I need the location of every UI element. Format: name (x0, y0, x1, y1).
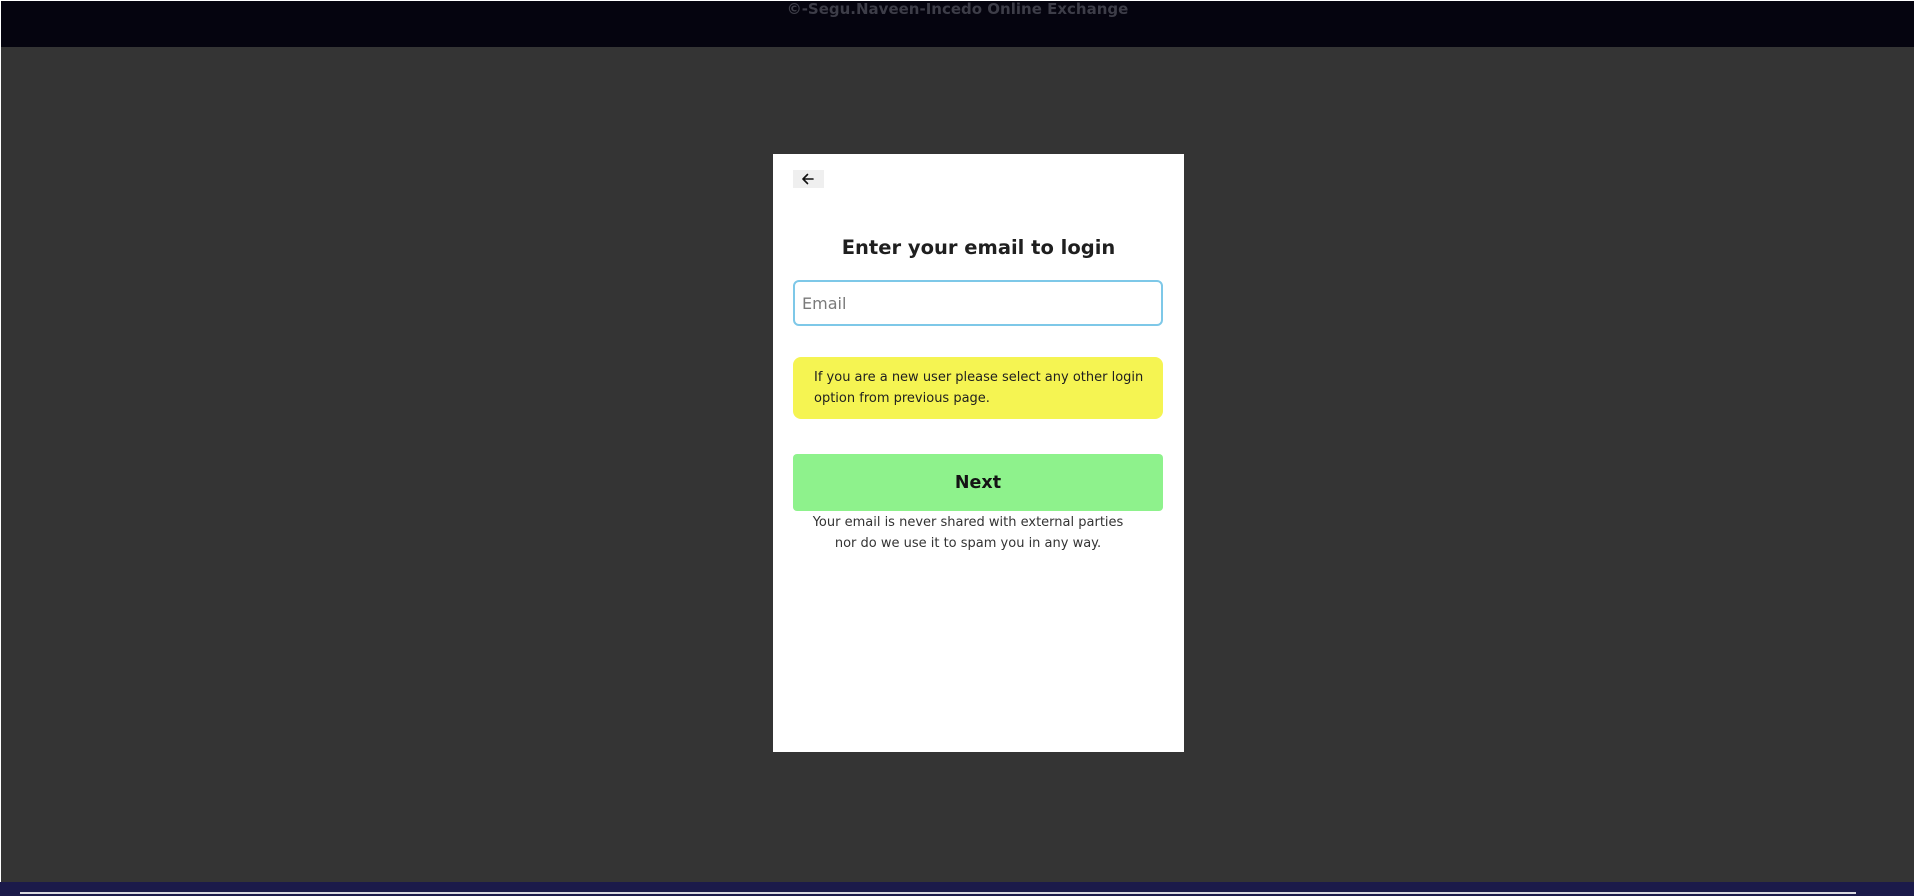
privacy-note-line-2: nor do we use it to spam you in any way. (834, 536, 1102, 551)
modal-title: Enter your email to login (841, 236, 1116, 259)
back-button[interactable] (793, 170, 824, 188)
bottom-scrollbar[interactable] (20, 892, 1856, 894)
next-button[interactable]: Next (793, 454, 1163, 511)
privacy-note: Your email is never shared with external… (793, 512, 1143, 554)
privacy-note-line-1: Your email is never shared with external… (812, 515, 1124, 530)
page: ©-Segu.Naveen-Incedo Online Exchange Ent… (0, 0, 1914, 896)
top-header-bar: ©-Segu.Naveen-Incedo Online Exchange (1, 1, 1914, 47)
copyright-text: ©-Segu.Naveen-Incedo Online Exchange (786, 0, 1129, 18)
login-modal: Enter your email to login If you are a n… (773, 154, 1184, 752)
new-user-notice: If you are a new user please select any … (793, 357, 1163, 419)
arrow-left-icon (802, 173, 814, 185)
email-input[interactable] (793, 280, 1163, 326)
